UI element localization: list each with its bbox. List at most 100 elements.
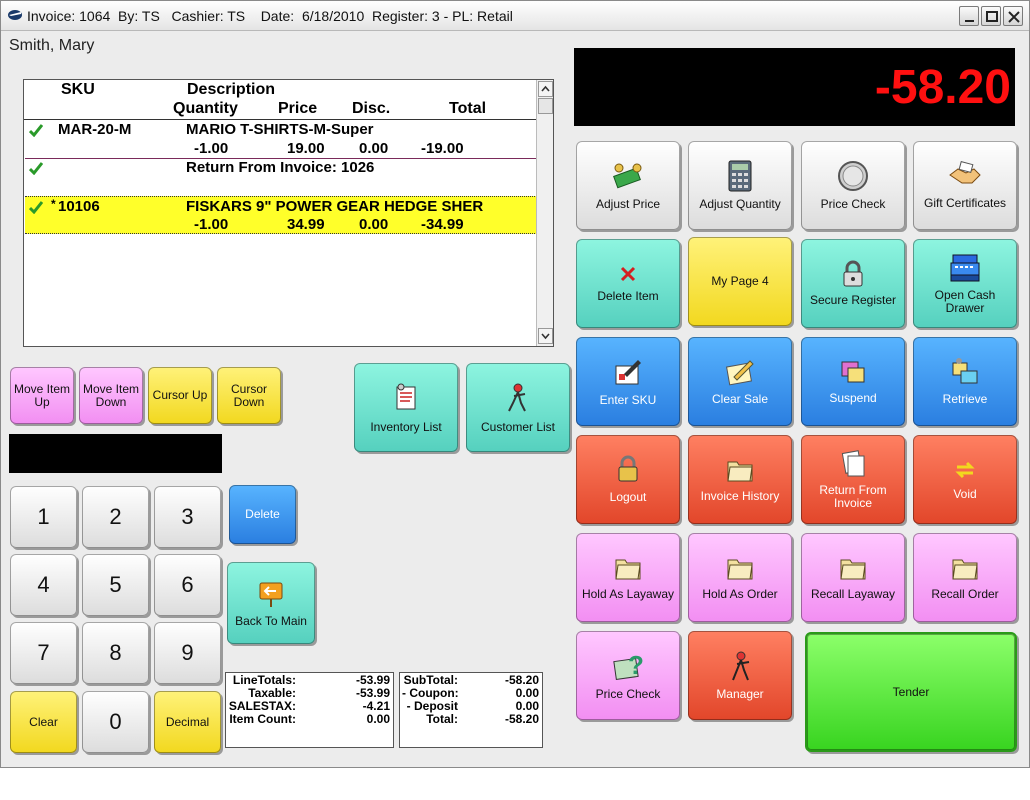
- scroll-thumb[interactable]: [538, 98, 553, 114]
- decimal-button[interactable]: Decimal: [154, 691, 221, 753]
- keypad-entry-display: [9, 434, 222, 473]
- row-total: -19.00: [421, 140, 464, 157]
- maximize-button[interactable]: [981, 6, 1001, 26]
- clear-button[interactable]: Clear: [10, 691, 77, 753]
- table-row-selected[interactable]: * 10106 FISKARS 9" POWER GEAR HEDGE SHER…: [25, 196, 537, 234]
- svg-text:?: ?: [628, 650, 644, 680]
- line-totals-panel: LineTotals: -53.99 Taxable: -53.99 SALES…: [225, 672, 394, 748]
- manager-button[interactable]: Manager: [688, 631, 792, 720]
- cursor-up-button[interactable]: Cursor Up: [148, 367, 212, 424]
- hold-as-layaway-button[interactable]: Hold As Layaway: [576, 533, 680, 622]
- keypad-0[interactable]: 0: [82, 691, 149, 753]
- inventory-list-icon: [396, 383, 416, 410]
- money-coins-icon: [613, 163, 642, 189]
- subtotal-value: -58.20: [504, 673, 539, 687]
- total-value: -58.20: [504, 712, 539, 726]
- keypad-5[interactable]: 5: [82, 554, 149, 616]
- void-button[interactable]: Void: [913, 435, 1017, 524]
- header-total: Total: [449, 100, 487, 117]
- gift-certificates-button[interactable]: Gift Certificates: [913, 141, 1017, 230]
- recall-order-button[interactable]: Recall Order: [913, 533, 1017, 622]
- price-check-button[interactable]: Price Check: [801, 141, 905, 230]
- customer-list-icon: [508, 383, 526, 412]
- move-item-down-button[interactable]: Move Item Down: [79, 367, 143, 424]
- delete-button[interactable]: Delete: [229, 485, 296, 544]
- line-items-grid[interactable]: SKU Description Quantity Price Disc. Tot…: [23, 79, 554, 347]
- chevron-down-icon: [541, 333, 550, 340]
- title-bar: Invoice: 1064 By: TS Cashier: TS Date: 6…: [1, 1, 1029, 31]
- row-sku: 10106: [58, 198, 100, 215]
- cash-register-icon: [950, 254, 980, 281]
- minimize-icon: [965, 20, 974, 22]
- maximize-icon: [986, 11, 998, 22]
- recall-layaway-button[interactable]: Recall Layaway: [801, 533, 905, 622]
- handshake-icon: [949, 161, 981, 184]
- header-description: Description: [187, 81, 276, 98]
- taxable-label: Taxable:: [248, 686, 296, 700]
- suspend-button[interactable]: Suspend: [801, 337, 905, 426]
- keypad-1[interactable]: 1: [10, 486, 77, 548]
- return-from-invoice-button[interactable]: Return From Invoice: [801, 435, 905, 524]
- adjust-quantity-button[interactable]: Adjust Quantity: [688, 141, 792, 230]
- sale-totals-panel: SubTotal: -58.20 - Coupon: 0.00 - Deposi…: [399, 672, 543, 748]
- notepad-pencil-icon: [726, 360, 754, 386]
- row-description: Return From Invoice: 1026: [186, 159, 375, 176]
- invoice-history-button[interactable]: Invoice History: [688, 435, 792, 524]
- deposit-value: 0.00: [515, 699, 539, 713]
- customer-list-button[interactable]: Customer List: [466, 363, 570, 452]
- keypad-3[interactable]: 3: [154, 486, 221, 548]
- header-sku: SKU: [61, 81, 95, 98]
- checkmark-icon: [29, 124, 43, 137]
- item-count-label: Item Count:: [229, 712, 296, 726]
- app-icon: [8, 10, 22, 20]
- amount-display: -58.20: [574, 48, 1015, 126]
- item-count-value: 0.00: [366, 712, 390, 726]
- lock-keys-icon: [618, 455, 638, 482]
- folder-icon: [727, 559, 753, 580]
- open-cash-drawer-button[interactable]: Open Cash Drawer: [913, 239, 1017, 328]
- chevron-up-icon: [541, 85, 550, 92]
- minimize-button[interactable]: [959, 6, 979, 26]
- my-page-4-button[interactable]: My Page 4: [688, 237, 792, 326]
- delete-item-button[interactable]: Delete Item: [576, 239, 680, 328]
- folders-icon: [841, 361, 865, 383]
- coin-icon: [838, 161, 868, 191]
- header-quantity: Quantity: [173, 100, 238, 117]
- inventory-list-button[interactable]: Inventory List: [354, 363, 458, 452]
- grid-scrollbar[interactable]: [536, 80, 553, 346]
- table-row[interactable]: MAR-20-M MARIO T-SHIRTS-M-Super -1.00 19…: [25, 121, 537, 158]
- close-button[interactable]: [1003, 6, 1023, 26]
- padlock-icon: [843, 260, 863, 287]
- move-item-up-button[interactable]: Move Item Up: [10, 367, 74, 424]
- table-row[interactable]: Return From Invoice: 1026: [25, 159, 537, 195]
- adjust-price-button[interactable]: Adjust Price: [576, 141, 680, 230]
- hold-as-order-button[interactable]: Hold As Order: [688, 533, 792, 622]
- pos-window: Invoice: 1064 By: TS Cashier: TS Date: 6…: [0, 0, 1030, 768]
- retrieve-button[interactable]: Retrieve: [913, 337, 1017, 426]
- salestax-value: -4.21: [362, 699, 390, 713]
- scroll-down-arrow[interactable]: [538, 328, 553, 344]
- cursor-down-button[interactable]: Cursor Down: [217, 367, 281, 424]
- keypad-6[interactable]: 6: [154, 554, 221, 616]
- keypad-8[interactable]: 8: [82, 622, 149, 684]
- price-check-2-button[interactable]: ? Price Check: [576, 631, 680, 720]
- taxable-value: -53.99: [355, 686, 390, 700]
- scroll-up-arrow[interactable]: [538, 81, 553, 97]
- keypad-7[interactable]: 7: [10, 622, 77, 684]
- logout-button[interactable]: Logout: [576, 435, 680, 524]
- keypad-9[interactable]: 9: [154, 622, 221, 684]
- enter-sku-button[interactable]: Enter SKU: [576, 337, 680, 426]
- keypad-4[interactable]: 4: [10, 554, 77, 616]
- tender-button[interactable]: Tender: [805, 632, 1017, 752]
- keypad-2[interactable]: 2: [82, 486, 149, 548]
- clear-sale-button[interactable]: Clear Sale: [688, 337, 792, 426]
- red-x-icon: [620, 266, 636, 282]
- row-quantity: -1.00: [194, 216, 229, 233]
- back-to-main-button[interactable]: Back To Main: [227, 562, 315, 644]
- row-disc: 0.00: [359, 140, 389, 157]
- documents-icon: [841, 449, 865, 476]
- grid-header: SKU Description Quantity Price Disc. Tot…: [24, 80, 537, 120]
- secure-register-button[interactable]: Secure Register: [801, 239, 905, 328]
- row-quantity: -1.00: [194, 140, 229, 157]
- folder-icon: [952, 559, 978, 580]
